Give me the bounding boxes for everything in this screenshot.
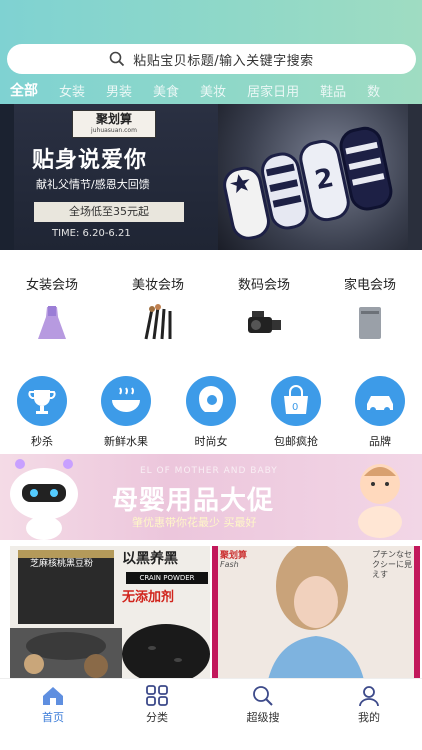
- banner-text-panel: 聚划算 juhuasuan.com 贴身说爱你 献礼父情节/感恩大回馈 全场低至…: [14, 104, 218, 250]
- mother-baby-promo-banner[interactable]: EL OF MOTHER AND BABY 母婴用品大促 肇优惠带你花最少 买最…: [0, 454, 422, 540]
- trophy-icon: [17, 376, 67, 426]
- search-icon: [253, 686, 273, 706]
- nav-label: 分类: [146, 711, 168, 724]
- tab-digital[interactable]: 数: [367, 81, 380, 100]
- shortcut-label: 品牌: [369, 435, 391, 448]
- black-beans-image: [122, 624, 210, 680]
- shortcut-label: 包邮疯抢: [274, 435, 318, 448]
- tab-women[interactable]: 女装: [59, 81, 85, 100]
- search-icon: [109, 51, 125, 67]
- woman-head-icon: [186, 376, 236, 426]
- shortcut-free-shipping[interactable]: 0 包邮疯抢: [256, 376, 336, 449]
- top-header: 粘贴宝贝标题/输入关键字搜索 全部 女装 男装 美食 美妆 居家日用 鞋品 数: [0, 0, 422, 104]
- banner-next-slide: [408, 104, 422, 250]
- banner-subline: 献礼父情节/感恩大回馈: [36, 178, 150, 191]
- tab-men[interactable]: 男装: [106, 81, 132, 100]
- shopping-bag-icon: 0: [271, 376, 321, 426]
- grid-icon: [146, 685, 168, 706]
- camcorder-icon: [248, 311, 281, 333]
- shortcut-label: 时尚女: [194, 435, 228, 448]
- shortcut-label: 新鲜水果: [104, 435, 148, 448]
- promo-title: 母婴用品大促: [112, 486, 275, 516]
- product-title: 以黑养黑: [122, 551, 178, 567]
- product-tag: CRAIN POWDER: [126, 572, 208, 584]
- product-card-black-powder[interactable]: 芝麻核桃黑豆粉 以黑养黑 CRAIN POWDER 无添加剂: [10, 546, 210, 680]
- venue-grid: 女装会场 美妆会场 数码会场 家电会场: [0, 262, 422, 346]
- venue-digital[interactable]: 数码会场: [218, 274, 310, 343]
- promo-subtitle: 肇优惠带你花最少 买最好: [132, 516, 257, 529]
- nav-label: 超级搜: [246, 711, 280, 724]
- tab-home[interactable]: 居家日用: [247, 81, 299, 100]
- fashion-japanese-text: プチンなセクシーに見えす: [372, 550, 412, 579]
- tab-beauty[interactable]: 美妆: [200, 81, 226, 100]
- nav-category[interactable]: 分类: [122, 685, 192, 725]
- search-placeholder: 粘贴宝贝标题/输入关键字搜索: [133, 53, 314, 69]
- brand-logo: 聚划算 juhuasuan.com: [72, 110, 156, 138]
- dress-icon: [38, 306, 66, 339]
- car-icon: [355, 376, 405, 426]
- nav-label: 首页: [42, 711, 64, 724]
- nav-home[interactable]: 首页: [18, 685, 88, 725]
- venue-label: 女装会场: [25, 278, 78, 293]
- shortcut-icons: 秒杀 新鲜水果 时尚女 0 包邮疯抢 品牌: [0, 372, 422, 450]
- fashion-note: Fash: [220, 560, 239, 569]
- bottom-navigation: 首页 分类 超级搜 我的: [0, 678, 422, 750]
- makeup-brushes-icon: [144, 304, 172, 340]
- product-card-fashion[interactable]: 聚划算 Fash プチンなセクシーに見えす: [212, 546, 420, 680]
- product-highlight: 无添加剂: [122, 590, 175, 605]
- tab-food[interactable]: 美食: [153, 81, 179, 100]
- shortcut-flash-sale[interactable]: 秒杀: [2, 376, 82, 449]
- nav-label: 我的: [358, 711, 380, 724]
- user-icon: [359, 686, 379, 707]
- shortcut-fashion[interactable]: 时尚女: [171, 376, 251, 449]
- promo-english-tagline: EL OF MOTHER AND BABY: [140, 466, 278, 476]
- venue-women[interactable]: 女装会场: [6, 274, 98, 343]
- venue-label: 美妆会场: [131, 278, 184, 293]
- shortcut-label: 秒杀: [31, 435, 53, 448]
- shortcut-fruit[interactable]: 新鲜水果: [86, 376, 166, 449]
- svg-text:0: 0: [292, 402, 298, 413]
- banner-headline: 贴身说爱你: [32, 148, 148, 173]
- bowl-icon: [101, 376, 151, 426]
- washing-machine-icon: [359, 307, 381, 339]
- tab-all[interactable]: 全部: [10, 80, 38, 100]
- jar-label: 芝麻核桃黑豆粉: [30, 559, 94, 569]
- search-bar[interactable]: 粘贴宝贝标题/输入关键字搜索: [7, 44, 416, 74]
- banner-time: TIME: 6.20-6.21: [52, 228, 131, 239]
- home-icon: [43, 687, 63, 705]
- brand-name: 聚划算: [95, 112, 132, 126]
- underwear-rolls-illustration: 2: [223, 126, 393, 240]
- nav-super-search[interactable]: 超级搜: [228, 685, 298, 725]
- venue-beauty[interactable]: 美妆会场: [112, 274, 204, 343]
- banner-offer: 全场低至35元起: [34, 202, 184, 222]
- brand-url: juhuasuan.com: [91, 127, 137, 134]
- venue-label: 数码会场: [237, 278, 290, 293]
- baby-illustration: [358, 464, 402, 538]
- tab-shoes[interactable]: 鞋品: [320, 81, 346, 100]
- category-tabs: 全部 女装 男装 美食 美妆 居家日用 鞋品 数: [0, 78, 422, 102]
- venue-appliance[interactable]: 家电会场: [324, 274, 416, 343]
- venue-label: 家电会场: [343, 278, 396, 293]
- nav-profile[interactable]: 我的: [334, 685, 404, 725]
- shortcut-brand[interactable]: 品牌: [340, 376, 420, 449]
- hero-banner[interactable]: 聚划算 juhuasuan.com 贴身说爱你 献礼父情节/感恩大回馈 全场低至…: [0, 104, 422, 250]
- banner-product-image: 2: [218, 104, 408, 250]
- robot-mascot-icon: [10, 459, 78, 540]
